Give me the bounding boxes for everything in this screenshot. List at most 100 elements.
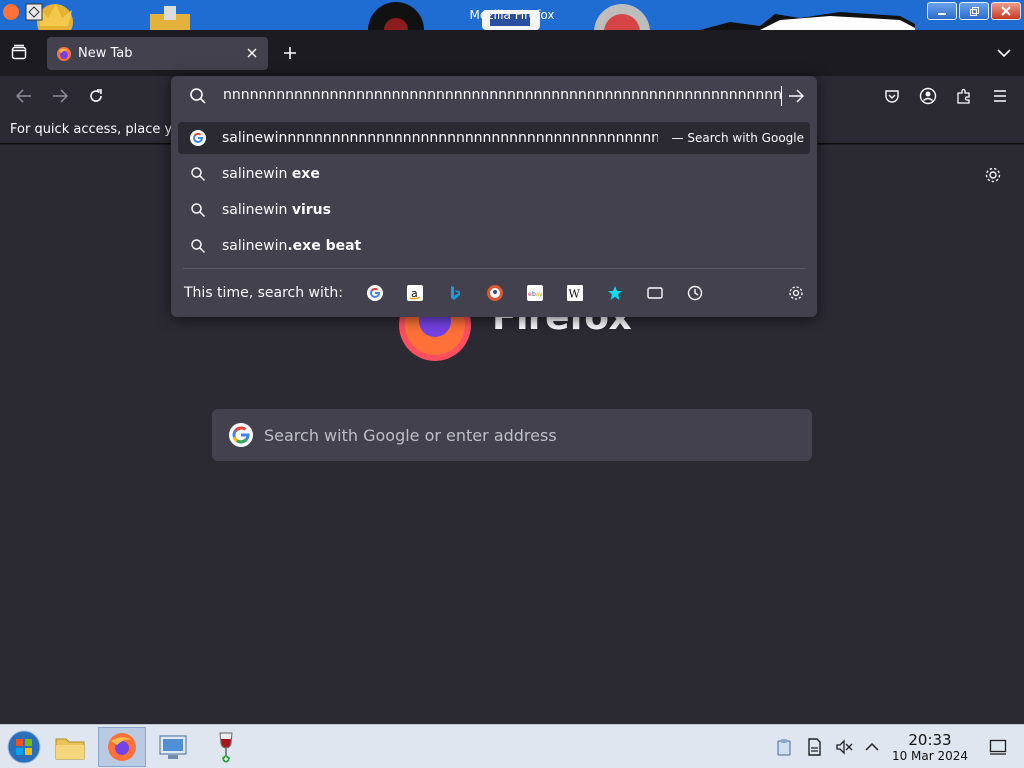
personalize-new-tab-button[interactable]: [983, 165, 1003, 185]
volume-muted-icon: [836, 739, 853, 755]
tab-title: New Tab: [78, 46, 133, 61]
suggestion-prefix: salinewin: [222, 238, 288, 254]
show-hidden-icons-button[interactable]: [862, 737, 882, 757]
tab-new-tab[interactable]: New Tab: [47, 37, 268, 70]
extensions-button[interactable]: [954, 86, 974, 106]
svg-text:W: W: [569, 288, 581, 301]
search-icon: [191, 167, 206, 182]
bookmarks-hint: For quick access, place y: [10, 122, 173, 137]
forward-button[interactable]: [50, 86, 70, 106]
suggestion-bold: exe: [291, 166, 320, 182]
oneoff-duckduckgo-button[interactable]: [485, 283, 505, 303]
firefox-view-button[interactable]: [9, 42, 29, 62]
computer-icon: [159, 735, 187, 759]
new-tab-button[interactable]: [280, 43, 300, 63]
ebay-icon: ebay: [527, 285, 543, 301]
start-button[interactable]: [0, 727, 48, 767]
oneoff-tabs-button[interactable]: [645, 283, 665, 303]
list-all-tabs-button[interactable]: [994, 43, 1014, 63]
back-button[interactable]: [14, 86, 34, 106]
text-caret: [781, 86, 782, 106]
url-input[interactable]: nnnnnnnnnnnnnnnnnnnnnnnnnnnnnnnnnnnnnnnn…: [223, 87, 783, 107]
window-title: Mozilla Firefox: [469, 8, 555, 22]
google-icon: [367, 285, 383, 301]
urlbar[interactable]: nnnnnnnnnnnnnnnnnnnnnnnnnnnnnnnnnnnnnnnn…: [171, 76, 817, 116]
window-controls: [927, 2, 1021, 20]
taskbar-clock-time[interactable]: 20:33: [892, 731, 968, 749]
oneoff-history-button[interactable]: [685, 283, 705, 303]
tabs-icon: [647, 287, 663, 299]
window-titlebar: Mozilla Firefox: [0, 0, 1024, 30]
taskbar-clock-date[interactable]: 10 Mar 2024: [887, 749, 973, 763]
wine-glass-icon: [219, 732, 233, 763]
bing-icon: [451, 286, 460, 300]
titlebar-app-icons: [3, 3, 43, 21]
account-icon: [919, 87, 937, 105]
firefox-icon: [108, 733, 136, 761]
divider: [183, 268, 805, 269]
firefox-view-icon: [11, 44, 27, 60]
oneoff-wikipedia-button[interactable]: W: [565, 283, 585, 303]
puzzle-icon: [957, 88, 970, 104]
suggestion-text: salinewinnnnnnnnnnnnnnnnnnnnnnnnnnnnnnnn…: [222, 130, 658, 146]
oneoff-google-button[interactable]: [365, 283, 385, 303]
suggestion-row[interactable]: salinewinnnnnnnnnnnnnnnnnnnnnnnnnnnnnnnn…: [178, 122, 810, 154]
search-icon: [191, 239, 206, 254]
suggestion-text: salinewin exe: [222, 166, 320, 182]
newtab-search-box[interactable]: Search with Google or enter address: [212, 409, 812, 461]
chevron-up-icon: [865, 742, 879, 751]
duckduckgo-icon: [487, 285, 503, 301]
account-button[interactable]: [918, 86, 938, 106]
taskbar-file-manager[interactable]: [46, 727, 94, 767]
star-icon: [608, 286, 622, 300]
taskbar-firefox[interactable]: [98, 727, 146, 767]
clock-icon: [687, 285, 703, 301]
hamburger-menu-icon: [994, 90, 1006, 102]
storage-tray-button[interactable]: [804, 737, 824, 757]
plus-icon: [284, 47, 296, 59]
suggestion-row[interactable]: salinewin exe: [178, 158, 810, 190]
reload-icon: [90, 89, 102, 102]
oneoff-search-label: This time, search with:: [184, 285, 343, 301]
folder-icon: [55, 738, 85, 760]
gear-icon: [985, 167, 1001, 183]
oneoff-bing-button[interactable]: [445, 283, 465, 303]
clipboard-icon: [777, 739, 791, 756]
taskbar-system-settings[interactable]: [150, 727, 198, 767]
desktop-icon: [989, 739, 1007, 755]
volume-tray-button[interactable]: [834, 737, 854, 757]
oneoff-ebay-button[interactable]: ebay: [525, 283, 545, 303]
sd-card-icon: [808, 738, 821, 756]
show-desktop-button[interactable]: [988, 737, 1008, 757]
suggestion-prefix: salinewin: [222, 202, 292, 218]
app-menu-button[interactable]: [990, 86, 1010, 106]
maximize-button[interactable]: [959, 2, 989, 20]
reload-button[interactable]: [86, 86, 106, 106]
go-button[interactable]: [786, 86, 806, 106]
google-icon: [229, 423, 253, 447]
suggestion-action: — Search with Google: [671, 131, 804, 145]
google-icon: [190, 130, 206, 146]
gear-icon: [789, 286, 803, 300]
search-settings-button[interactable]: [786, 283, 806, 303]
close-window-button[interactable]: [991, 2, 1021, 20]
svg-text:y: y: [539, 291, 543, 298]
close-tab-button[interactable]: [244, 45, 260, 61]
restore-icon: [970, 7, 979, 16]
close-icon: [1001, 6, 1011, 16]
suggestion-row[interactable]: salinewin virus: [178, 194, 810, 226]
pocket-button[interactable]: [882, 86, 902, 106]
oneoff-bookmarks-button[interactable]: [605, 283, 625, 303]
arrow-left-icon: [16, 89, 31, 103]
taskbar: 20:33 10 Mar 2024: [0, 724, 1024, 768]
arrow-right-icon: [53, 89, 68, 103]
urlbar-dropdown: nnnnnnnnnnnnnnnnnnnnnnnnnnnnnnnnnnnnnnnn…: [171, 76, 817, 317]
clipboard-tray-button[interactable]: [774, 737, 794, 757]
oneoff-amazon-button[interactable]: a: [405, 283, 425, 303]
tab-strip: New Tab: [0, 30, 1024, 76]
close-icon: [247, 48, 257, 58]
windows-start-icon: [7, 730, 41, 764]
minimize-button[interactable]: [927, 2, 957, 20]
taskbar-wine-app[interactable]: [202, 727, 250, 767]
suggestion-row[interactable]: salinewin.exe beat: [178, 230, 810, 262]
